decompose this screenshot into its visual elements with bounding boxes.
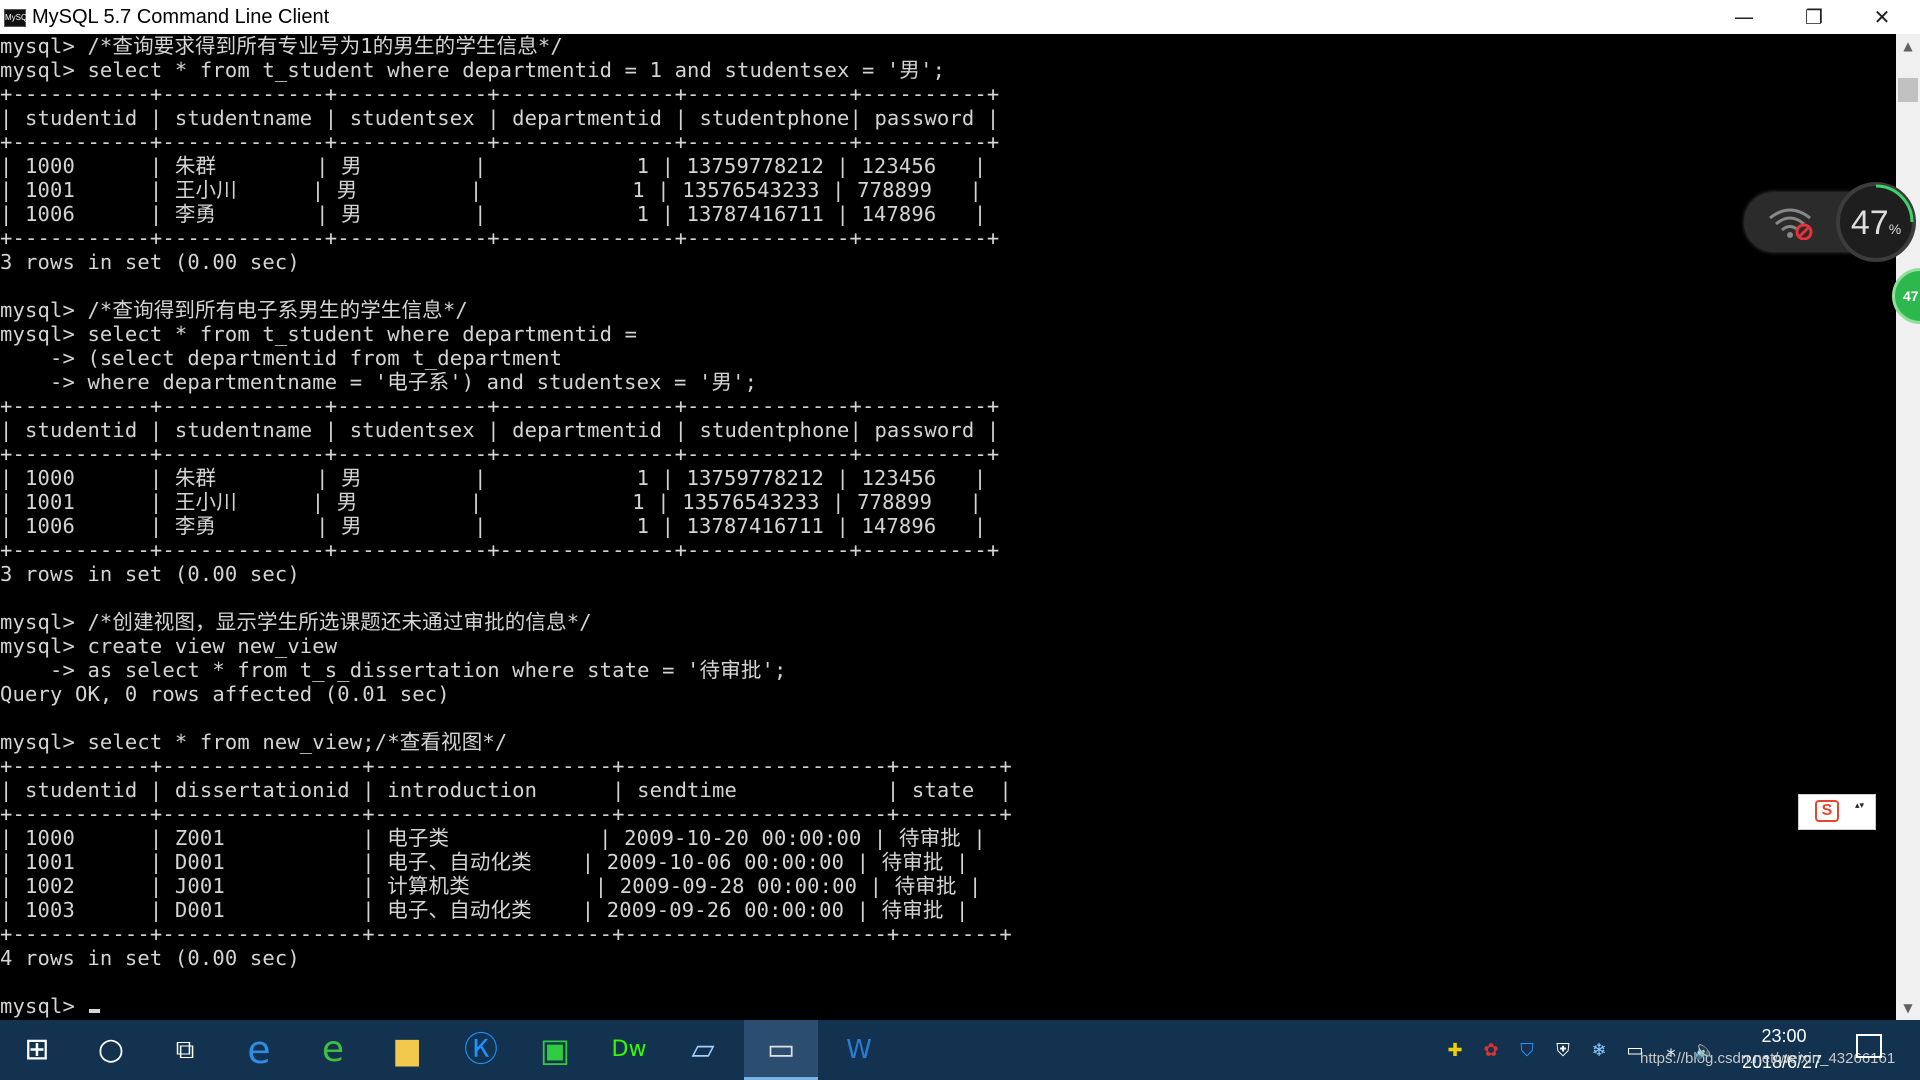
taskbar-button[interactable]: W — [822, 1020, 896, 1080]
console-lines: mysql> /*查询要求得到所有专业号为1的男生的学生信息*/mysql> s… — [0, 34, 1896, 1018]
console-line: +-----------+----------------+----------… — [0, 922, 1012, 946]
console-line: | studentid | studentname | studentsex |… — [0, 418, 1000, 442]
console-line: mysql> select * from new_view;/*查看视图*/ — [0, 730, 508, 754]
ime-menu-arrow-icon[interactable]: ▴▾ — [1855, 801, 1864, 811]
console-line: 3 rows in set (0.00 sec) — [0, 250, 300, 274]
cortana-search-icon: ○ — [97, 1032, 125, 1067]
console-line: +-----------+-------------+------------+… — [0, 226, 1000, 250]
scroll-up-arrow-icon[interactable]: ▲ — [1896, 34, 1920, 58]
console-line: | 1006 | 李勇 | 男 | 1 | 13787416711 | 1478… — [0, 202, 987, 226]
tray-network-icon[interactable]: ▭ — [1622, 1038, 1648, 1064]
tray-volume-icon[interactable]: 🔈 — [1692, 1038, 1718, 1064]
tray-tencent-icon[interactable]: ✿ — [1478, 1038, 1504, 1064]
console-line: mysql> /*创建视图，显示学生所选课题还未通过审批的信息*/ — [0, 610, 592, 634]
console-line: +-----------+-------------+------------+… — [0, 538, 1000, 562]
taskbar-button[interactable]: ▣ — [518, 1020, 592, 1080]
network-speed-widget[interactable]: 47% — [1744, 182, 1920, 262]
window-title: MySQL 5.7 Command Line Client — [32, 6, 330, 28]
console-line: | 1001 | 王小川 | 男 | 1 | 13576543233 | 778… — [0, 490, 983, 514]
console-line: mysql> select * from t_student where dep… — [0, 322, 638, 346]
console-line: mysql> select * from t_student where dep… — [0, 58, 946, 82]
console-line: mysql> /*查询得到所有电子系男生的学生信息*/ — [0, 298, 468, 322]
iqiyi-icon: ▣ — [539, 1031, 571, 1069]
taskbar-button[interactable]: ▆ — [370, 1020, 444, 1080]
network-percent-dial: 47% — [1836, 182, 1916, 262]
console-line: | 1001 | D001 | 电子、自动化类 | 2009-10-06 00:… — [0, 850, 969, 874]
restore-button[interactable]: ❐ — [1780, 0, 1848, 34]
windows-taskbar: 23:00 2018/6/27 https://blog.csdn.net/we… — [0, 1020, 1920, 1080]
tray-shield-icon[interactable]: ⛉ — [1514, 1038, 1540, 1064]
file-explorer-icon: ▆ — [395, 1032, 419, 1067]
task-view-icon: ⧉ — [175, 1035, 195, 1065]
console-line: +-----------+-------------+------------+… — [0, 394, 1000, 418]
dreamweaver-icon: Dw — [611, 1037, 647, 1062]
mysql-client-icon: ▭ — [766, 1032, 796, 1067]
console-line: 3 rows in set (0.00 sec) — [0, 562, 300, 586]
taskbar-button[interactable]: Ⓚ — [444, 1020, 518, 1080]
console-line: -> as select * from t_s_dissertation whe… — [0, 658, 787, 682]
taskbar-button[interactable]: ○ — [74, 1020, 148, 1080]
text-cursor — [89, 1009, 101, 1013]
tray-snowflake-icon[interactable]: ❄ — [1586, 1038, 1612, 1064]
console-line: mysql> — [0, 994, 88, 1018]
taskbar-button[interactable]: ▱ — [666, 1020, 740, 1080]
console-line: | 1001 | 王小川 | 男 | 1 | 13576543233 | 778… — [0, 178, 983, 202]
windows-start-icon: ⊞ — [24, 1032, 50, 1067]
360-browser-icon: e — [321, 1029, 345, 1070]
console-line: -> (select departmentid from t_departmen… — [0, 346, 563, 370]
mysql-app-icon: MySQL — [4, 9, 32, 27]
console-line: | 1000 | Z001 | 电子类 | 2009-10-20 00:00:0… — [0, 826, 986, 850]
taskbar-button[interactable]: Dw — [592, 1020, 666, 1080]
console-line: | 1006 | 李勇 | 男 | 1 | 13787416711 | 1478… — [0, 514, 987, 538]
notepad-icon: ▱ — [691, 1032, 715, 1067]
console-line: +-----------+-------------+------------+… — [0, 442, 1000, 466]
taskbar-button[interactable]: ⊞ — [0, 1020, 74, 1080]
kugou-music-icon: Ⓚ — [464, 1030, 498, 1070]
taskbar-button[interactable]: e — [296, 1020, 370, 1080]
word-icon: W — [846, 1035, 872, 1065]
console-output[interactable]: mysql> /*查询要求得到所有专业号为1的男生的学生信息*/mysql> s… — [0, 34, 1896, 1020]
wifi-disabled-icon — [1769, 208, 1813, 240]
console-line: +-----------+-------------+------------+… — [0, 130, 1000, 154]
console-line: -> where departmentname = '电子系') and stu… — [0, 370, 758, 394]
action-center-icon[interactable] — [1856, 1034, 1882, 1058]
console-line: Query OK, 0 rows affected (0.01 sec) — [0, 682, 450, 706]
taskbar-button[interactable]: ▭ — [744, 1020, 818, 1080]
sogou-ime-toolbar[interactable]: S ▴▾ — [1798, 794, 1876, 830]
taskbar-button[interactable]: ⧉ — [148, 1020, 222, 1080]
console-line: mysql> /*查询要求得到所有专业号为1的男生的学生信息*/ — [0, 34, 563, 58]
console-line: +-----------+----------------+----------… — [0, 754, 1012, 778]
console-line: | 1003 | D001 | 电子、自动化类 | 2009-09-26 00:… — [0, 898, 969, 922]
scroll-thumb[interactable] — [1898, 78, 1918, 102]
taskbar-button[interactable]: e — [222, 1020, 296, 1080]
clock-time[interactable]: 23:00 — [1734, 1026, 1834, 1047]
network-percent-text: 47% — [1850, 204, 1902, 242]
sogou-logo-icon: S — [1815, 800, 1839, 822]
title-bar: MySQL MySQL 5.7 Command Line Client — ❐ … — [0, 0, 1920, 34]
console-line: | 1000 | 朱群 | 男 | 1 | 13759778212 | 1234… — [0, 154, 987, 178]
edge-browser-icon: e — [247, 1028, 271, 1072]
console-line: +-----------+-------------+------------+… — [0, 82, 1000, 106]
console-line: | 1000 | 朱群 | 男 | 1 | 13759778212 | 1234… — [0, 466, 987, 490]
console-line: | 1002 | J001 | 计算机类 | 2009-09-28 00:00:… — [0, 874, 982, 898]
console-line: | studentid | dissertationid | introduct… — [0, 778, 1012, 802]
console-line: mysql> create view new_view — [0, 634, 338, 658]
console-line: | studentid | studentname | studentsex |… — [0, 106, 1000, 130]
console-line: 4 rows in set (0.00 sec) — [0, 946, 300, 970]
close-button[interactable]: ✕ — [1848, 0, 1916, 34]
tray-security-icon[interactable]: ⛨ — [1550, 1038, 1576, 1064]
minimize-button[interactable]: — — [1710, 0, 1778, 34]
tray-add-icon[interactable]: ✚ — [1442, 1038, 1468, 1064]
scroll-down-arrow-icon[interactable]: ▼ — [1896, 996, 1920, 1020]
tray-wifi-icon[interactable]: ⁎ — [1658, 1038, 1684, 1064]
console-line: +-----------+----------------+----------… — [0, 802, 1012, 826]
